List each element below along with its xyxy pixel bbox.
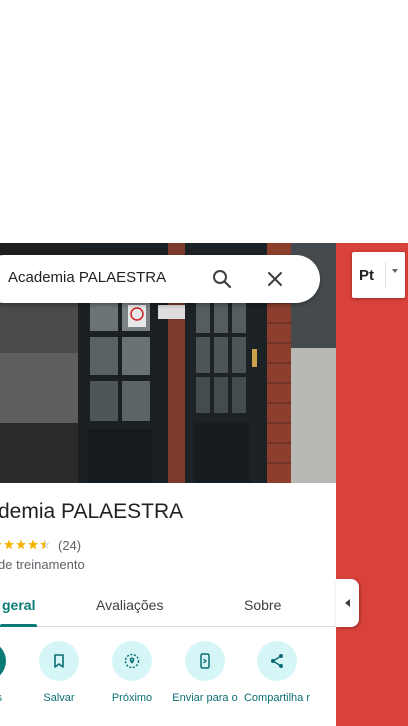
place-panel: Academia PALAESTRA demia PALAESTRA (24) …	[0, 243, 336, 726]
review-count[interactable]: (24)	[58, 538, 81, 553]
nearby-button[interactable]	[112, 641, 152, 681]
language-button[interactable]: Pt	[352, 252, 405, 298]
place-title: demia PALAESTRA	[0, 500, 184, 523]
send-to-phone-label[interactable]: Enviar para o	[169, 691, 241, 705]
language-label: Pt	[359, 267, 374, 284]
share-icon	[271, 654, 283, 668]
caret-down-icon[interactable]	[390, 266, 400, 276]
screen: Academia PALAESTRA demia PALAESTRA (24) …	[0, 0, 408, 726]
nearby-icon	[124, 653, 140, 669]
map-background[interactable]	[336, 243, 408, 726]
collapse-panel-button[interactable]	[336, 579, 359, 627]
tab-overview[interactable]: geral	[2, 597, 35, 613]
search-input[interactable]: Academia PALAESTRA	[8, 269, 166, 286]
rating-stars	[0, 539, 52, 551]
directions-label[interactable]: s	[0, 691, 2, 705]
send-to-phone-icon	[200, 653, 210, 669]
divider	[385, 262, 386, 288]
share-button[interactable]	[257, 641, 297, 681]
place-category[interactable]: de treinamento	[0, 557, 85, 572]
chevron-left-icon	[344, 599, 350, 607]
active-tab-indicator	[0, 624, 37, 627]
share-label[interactable]: Compartilha r	[241, 691, 313, 705]
nearby-label[interactable]: Próximo	[96, 691, 168, 705]
save-label[interactable]: Salvar	[23, 691, 95, 705]
save-button[interactable]	[39, 641, 79, 681]
place-tabs: geral Avaliações Sobre	[0, 583, 336, 627]
rating-row[interactable]: (24)	[0, 537, 81, 553]
tab-reviews[interactable]: Avaliações	[96, 597, 163, 613]
close-icon[interactable]	[263, 267, 287, 291]
directions-button[interactable]	[0, 641, 6, 681]
star-icon	[0, 539, 50, 550]
tab-about[interactable]: Sobre	[244, 597, 281, 613]
send-to-phone-button[interactable]	[185, 641, 225, 681]
bookmark-icon	[54, 654, 64, 668]
search-bar[interactable]: Academia PALAESTRA	[0, 255, 320, 303]
search-icon[interactable]	[210, 267, 234, 291]
